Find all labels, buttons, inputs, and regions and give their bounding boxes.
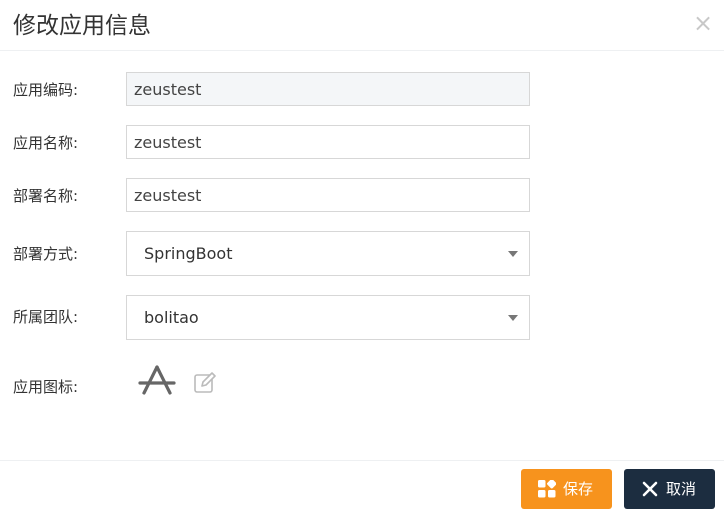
app-store-icon	[138, 365, 176, 395]
app-icon-label: 应用图标:	[13, 378, 79, 396]
deploy-name-label: 部署名称:	[13, 187, 79, 205]
cancel-button[interactable]: 取消	[624, 469, 715, 509]
deploy-method-value: SpringBoot	[144, 244, 233, 263]
close-icon	[642, 481, 658, 497]
deploy-method-label: 部署方式:	[13, 245, 79, 263]
save-label: 保存	[563, 480, 594, 498]
dialog-header: 修改应用信息 ×	[0, 0, 724, 51]
app-code-input[interactable]	[126, 72, 530, 106]
cancel-label: 取消	[666, 480, 697, 498]
deploy-name-input[interactable]	[126, 178, 530, 212]
footer-divider	[0, 460, 724, 461]
dialog-title: 修改应用信息	[13, 13, 151, 39]
grid-icon	[538, 480, 556, 498]
team-label: 所属团队:	[13, 308, 79, 326]
chevron-down-icon	[508, 315, 518, 321]
app-name-input[interactable]	[126, 125, 530, 159]
app-code-label: 应用编码:	[13, 81, 79, 99]
deploy-method-select[interactable]: SpringBoot	[126, 231, 530, 276]
team-select[interactable]: bolitao	[126, 295, 530, 340]
save-button[interactable]: 保存	[521, 469, 612, 509]
app-name-label: 应用名称:	[13, 134, 79, 152]
chevron-down-icon	[508, 251, 518, 257]
close-icon[interactable]: ×	[692, 10, 714, 36]
team-value: bolitao	[144, 308, 199, 327]
edit-icon[interactable]	[193, 371, 217, 395]
